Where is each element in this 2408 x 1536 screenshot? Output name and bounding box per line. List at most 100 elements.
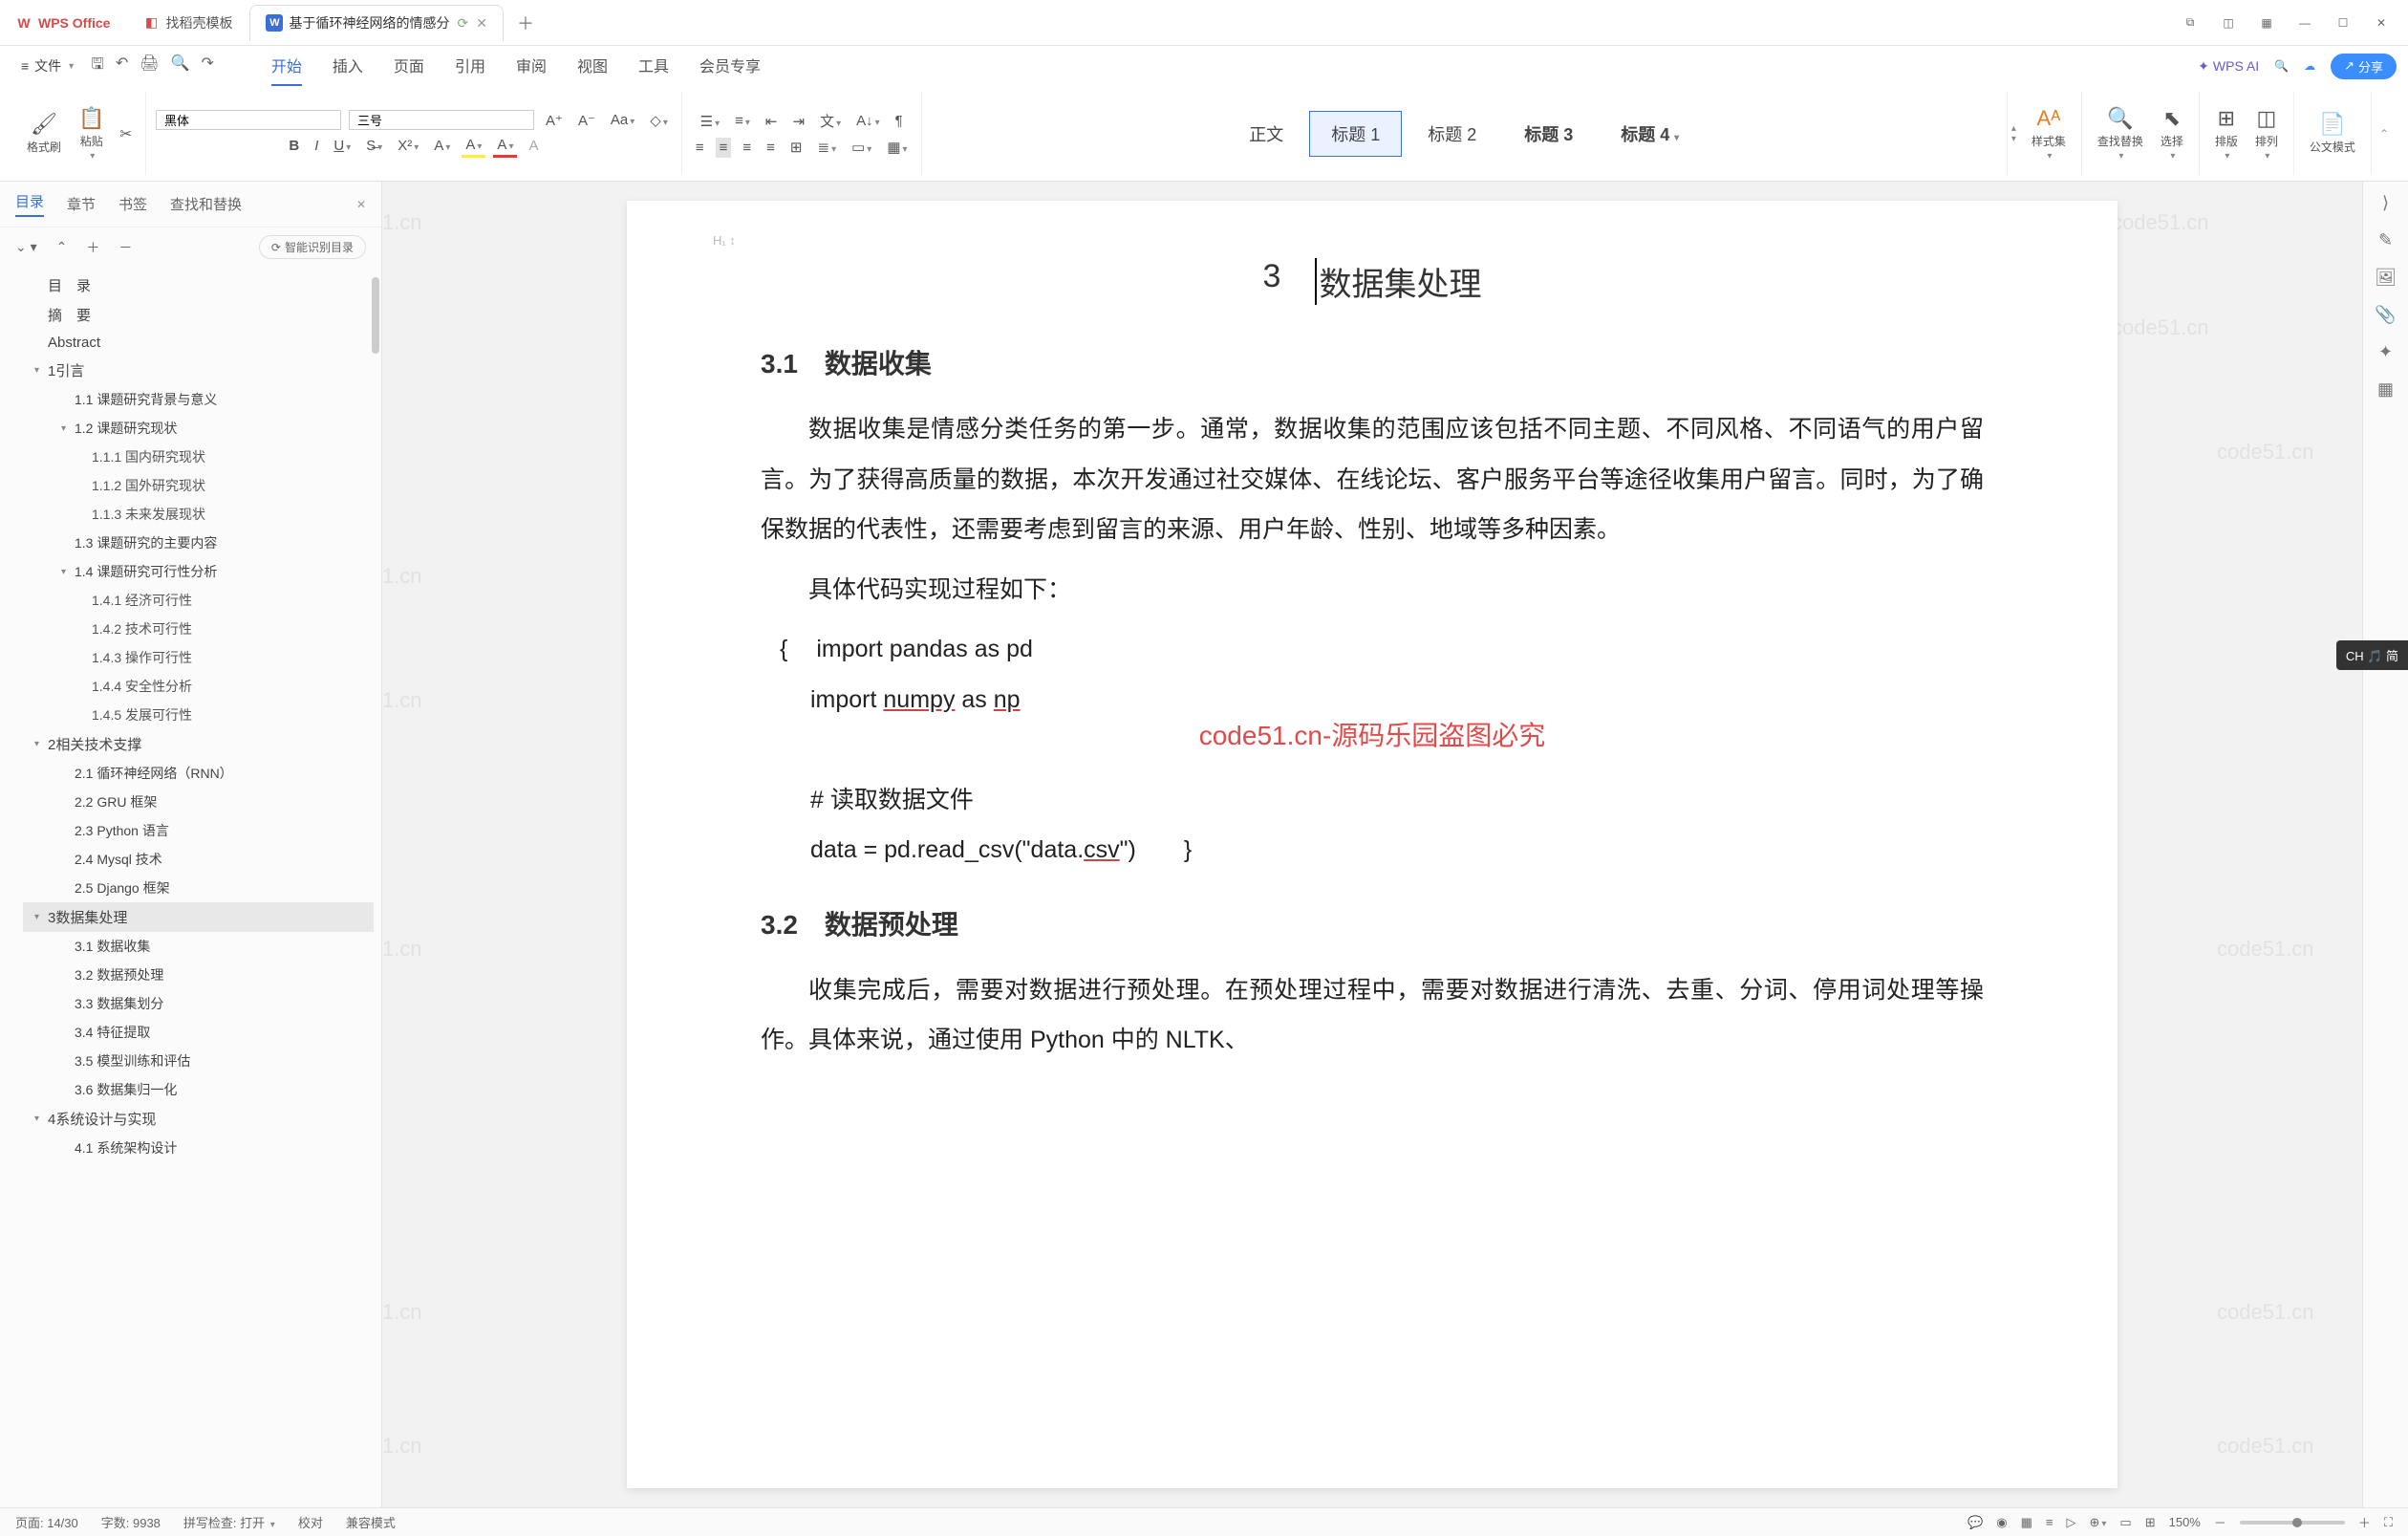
underline-icon[interactable]: U▾ [330, 136, 355, 156]
font-name-select[interactable] [156, 110, 341, 130]
toc-item-15[interactable]: 1.4.5 发展可行性 [23, 701, 374, 729]
show-marks-icon[interactable]: ¶ [892, 111, 907, 131]
toc-item-27[interactable]: 3.5 模型训练和评估 [23, 1047, 374, 1075]
official-mode-button[interactable]: 📄公文模式 [2304, 110, 2361, 157]
toc-item-17[interactable]: 2.1 循环神经网络（RNN） [23, 759, 374, 788]
window-app-icon[interactable]: ▦ [2255, 11, 2278, 34]
superscript-icon[interactable]: X²▾ [394, 136, 422, 156]
toc-item-21[interactable]: 2.5 Django 框架 [23, 874, 374, 902]
align-center-icon[interactable]: ≡ [716, 138, 732, 158]
toc-item-12[interactable]: 1.4.2 技术可行性 [23, 615, 374, 643]
word-count[interactable]: 字数: 9938 [101, 1513, 161, 1531]
sidebar-clip-icon[interactable]: 📎 [2375, 305, 2396, 325]
toc-item-30[interactable]: 4.1 系统架构设计 [23, 1134, 374, 1162]
toc-item-23[interactable]: 3.1 数据收集 [23, 932, 374, 961]
menu-tab-7[interactable]: 会员专享 [699, 46, 761, 86]
toc-item-8[interactable]: 1.1.3 未来发展现状 [23, 500, 374, 529]
document-area[interactable]: H₁ ↕ 3 数据集处理 3.1 数据收集 数据收集是情感分类任务的第一步。通常… [382, 182, 2362, 1507]
file-menu[interactable]: ≡文件▾ [11, 53, 83, 79]
highlight-icon[interactable]: A▾ [462, 135, 485, 158]
search-icon[interactable]: 🔍 [2274, 59, 2289, 73]
cut-icon[interactable]: ✂ [116, 123, 136, 144]
view-chat-icon[interactable]: 💬 [1967, 1515, 1983, 1530]
increase-font-icon[interactable]: A⁺ [542, 110, 567, 131]
view-grid-icon[interactable]: ⊞ [2145, 1515, 2156, 1530]
print-icon[interactable]: 🖨 [140, 54, 159, 79]
toc-prev-icon[interactable]: ⌃ [56, 239, 68, 255]
toc-item-14[interactable]: 1.4.4 安全性分析 [23, 672, 374, 701]
share-button[interactable]: ↗分享 [2331, 54, 2397, 79]
spellcheck-status[interactable]: 拼写检查: 打开 ▾ [183, 1513, 275, 1531]
toc-item-10[interactable]: ▾1.4 课题研究可行性分析 [23, 557, 374, 586]
toc-item-6[interactable]: 1.1.1 国内研究现状 [23, 443, 374, 471]
align-justify-icon[interactable]: ≡ [763, 138, 779, 158]
select-button[interactable]: ⬉选择▾ [2155, 104, 2189, 163]
style-1[interactable]: 标题 1 [1309, 111, 1402, 157]
page-indicator[interactable]: 页面: 14/30 [15, 1513, 78, 1531]
clear-format-icon[interactable]: ◇▾ [646, 110, 672, 131]
distribute-icon[interactable]: ⊞ [786, 137, 806, 158]
menu-tab-2[interactable]: 页面 [394, 46, 424, 86]
text-effect-icon[interactable]: A▾ [430, 136, 454, 156]
align-left-icon[interactable]: ≡ [692, 138, 708, 158]
decrease-font-icon[interactable]: A⁻ [574, 110, 599, 131]
arrange-button[interactable]: ◫排列▾ [2249, 104, 2284, 163]
proofread-status[interactable]: 校对 [298, 1513, 323, 1531]
redo-icon[interactable]: ↷ [201, 54, 213, 79]
sidebar-sparkle-icon[interactable]: ✦ [2378, 342, 2393, 362]
ime-indicator[interactable]: CH 🎵 简 [2336, 640, 2408, 670]
toc-item-4[interactable]: 1.1 课题研究背景与意义 [23, 385, 374, 414]
format-painter-button[interactable]: 🖌格式刷 [21, 110, 67, 157]
toc-item-22[interactable]: ▾3数据集处理 [23, 902, 374, 932]
toc-item-1[interactable]: 摘 要 [23, 300, 374, 330]
sort-icon[interactable]: A↓▾ [852, 111, 884, 131]
toc-item-2[interactable]: Abstract [23, 330, 374, 356]
style-4[interactable]: 标题 4 ▾ [1599, 111, 1701, 157]
sidebar-image-icon[interactable]: 🖼 [2375, 268, 2397, 288]
indent-inc-icon[interactable]: ⇥ [789, 111, 809, 132]
toc-item-25[interactable]: 3.3 数据集划分 [23, 989, 374, 1018]
view-read-icon[interactable]: ▷ [2066, 1515, 2075, 1530]
toc-item-7[interactable]: 1.1.2 国外研究现状 [23, 471, 374, 500]
nav-tab-3[interactable]: 查找和替换 [170, 194, 242, 214]
font-size-select[interactable] [349, 110, 534, 130]
align-right-icon[interactable]: ≡ [739, 138, 755, 158]
find-replace-button[interactable]: 🔍查找替换▾ [2092, 104, 2149, 163]
toc-item-19[interactable]: 2.3 Python 语言 [23, 816, 374, 845]
nav-tab-0[interactable]: 目录 [15, 191, 44, 217]
toc-item-26[interactable]: 3.4 特征提取 [23, 1018, 374, 1047]
window-maximize-icon[interactable]: ☐ [2332, 11, 2354, 34]
bullets-icon[interactable]: ☰▾ [697, 111, 723, 132]
menu-tab-4[interactable]: 审阅 [516, 46, 547, 86]
window-close-icon[interactable]: ✕ [2370, 11, 2393, 34]
panel-close-icon[interactable]: ✕ [356, 198, 366, 211]
ribbon-collapse-icon[interactable]: ⌃ [2372, 127, 2397, 141]
toc-item-28[interactable]: 3.6 数据集归一化 [23, 1075, 374, 1104]
layout-button[interactable]: ⊞排版▾ [2209, 104, 2244, 163]
menu-tab-5[interactable]: 视图 [577, 46, 608, 86]
fullscreen-icon[interactable]: ⛶ [2384, 1515, 2393, 1530]
style-0[interactable]: 正文 [1227, 111, 1305, 157]
toc-add-icon[interactable]: ＋ [86, 238, 99, 257]
toc-collapse-icon[interactable]: ⌄ ▾ [15, 239, 37, 255]
zoom-slider[interactable] [2240, 1521, 2345, 1525]
view-print-icon[interactable]: ▦ [2021, 1515, 2032, 1530]
tab-template-search[interactable]: ◧找稻壳模板 [127, 5, 247, 41]
toc-item-16[interactable]: ▾2相关技术支撑 [23, 729, 374, 759]
text-direction-icon[interactable]: 文▾ [816, 109, 845, 133]
strike-icon[interactable]: S̶▾ [362, 136, 386, 156]
toc-item-13[interactable]: 1.4.3 操作可行性 [23, 643, 374, 672]
zoom-in-icon[interactable]: ＋ [2358, 1513, 2371, 1531]
view-nav-icon[interactable]: ◉ [1996, 1515, 2007, 1530]
change-case-icon[interactable]: Aa▾ [607, 110, 638, 130]
toc-item-5[interactable]: ▾1.2 课题研究现状 [23, 414, 374, 443]
shading-icon[interactable]: ▭▾ [848, 137, 875, 158]
numbering-icon[interactable]: ≡▾ [731, 111, 754, 131]
sidebar-toggle-icon[interactable]: ⟩ [2382, 193, 2389, 213]
sidebar-pencil-icon[interactable]: ✎ [2378, 230, 2393, 250]
tab-wps-office[interactable]: WWPS Office [0, 5, 125, 41]
menu-tab-6[interactable]: 工具 [638, 46, 669, 86]
toc-item-9[interactable]: 1.3 课题研究的主要内容 [23, 529, 374, 557]
style-2[interactable]: 标题 2 [1406, 111, 1498, 157]
toc-item-3[interactable]: ▾1引言 [23, 356, 374, 385]
